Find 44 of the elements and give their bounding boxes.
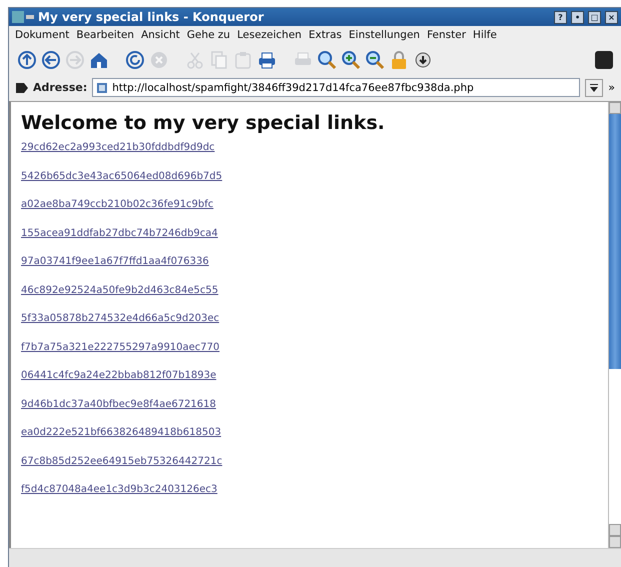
window-control[interactable]: ? bbox=[554, 10, 567, 24]
page-link[interactable]: f5d4c87048a4ee1c3d9b3c2403126ec3 bbox=[21, 484, 218, 495]
page-icon bbox=[96, 82, 108, 94]
page-link[interactable]: 67c8b85d252ee64915eb75326442721c bbox=[21, 456, 222, 466]
magnifier-icon[interactable] bbox=[317, 50, 337, 70]
menu-item[interactable]: Bearbeiten bbox=[76, 29, 134, 41]
window-control[interactable]: × bbox=[605, 10, 618, 24]
zoom-out-icon[interactable] bbox=[365, 50, 385, 70]
window-control[interactable]: • bbox=[571, 10, 584, 24]
window-control[interactable]: □ bbox=[588, 10, 601, 24]
back-icon[interactable] bbox=[41, 50, 61, 70]
menu-item[interactable]: Lesezeichen bbox=[237, 29, 302, 41]
menu-item[interactable]: Ansicht bbox=[141, 29, 180, 41]
page-link[interactable]: 5426b65dc3e43ac65064ed08d696b7d5 bbox=[21, 170, 222, 182]
page-heading: Welcome to my very special links. bbox=[21, 112, 386, 134]
menu-item[interactable]: Extras bbox=[308, 29, 342, 41]
home-icon[interactable] bbox=[89, 50, 109, 70]
tag-icon bbox=[15, 82, 29, 94]
page-link[interactable]: ea0d222e521bf663826489418b618503 bbox=[21, 427, 222, 438]
app-icon bbox=[12, 11, 34, 23]
page-link[interactable]: 155acea91ddfab27dbc74b7246db9ca4 bbox=[21, 228, 218, 238]
dropdown-button[interactable] bbox=[585, 78, 604, 96]
page-link[interactable]: 9d46b1dc37a40bfbec9e8f4ae6721618 bbox=[21, 398, 216, 410]
page-link[interactable]: f7b7a75a321e222755297a9910aec770 bbox=[21, 342, 220, 352]
menu-item[interactable]: Hilfe bbox=[472, 29, 497, 41]
menu-item[interactable]: Gehe zu bbox=[186, 29, 230, 41]
zoom-in-icon[interactable] bbox=[341, 50, 361, 70]
page-link[interactable]: 97a03741f9ee1a67f7ffd1aa4f076336 bbox=[21, 256, 209, 267]
caret-icon bbox=[590, 84, 598, 92]
menu-item[interactable]: Einstellungen bbox=[348, 29, 420, 41]
menu-item[interactable]: Fenster bbox=[426, 29, 466, 41]
page-link[interactable]: 06441c4fc9a24e22bbab812f07b1893e bbox=[21, 370, 216, 381]
page-link[interactable]: 5f33a05878b274532e4d66a5c9d203ec bbox=[21, 313, 220, 324]
page-link[interactable]: 46c892e92524a50fe9b2d463c84e5c55 bbox=[21, 284, 218, 296]
address-label: Adresse: bbox=[15, 81, 88, 94]
page-link[interactable]: a02ae8ba749ccb210b02c36fe91c9bfc bbox=[21, 199, 214, 210]
window-title: My very special links - Konqueror bbox=[38, 10, 265, 24]
scrollbar[interactable] bbox=[608, 102, 621, 548]
reload-icon[interactable] bbox=[125, 50, 145, 70]
more-button[interactable]: » bbox=[608, 81, 615, 94]
menu-item[interactable]: Dokument bbox=[15, 29, 70, 41]
page-link[interactable]: 29cd62ec2a993ced21b30fddbdf9d9dc bbox=[21, 142, 215, 153]
address-field[interactable]: http://localhost/spamfight/3846ff39d217d14fca76ee87fbc938da.php bbox=[92, 78, 580, 97]
printer-icon[interactable] bbox=[257, 50, 277, 70]
